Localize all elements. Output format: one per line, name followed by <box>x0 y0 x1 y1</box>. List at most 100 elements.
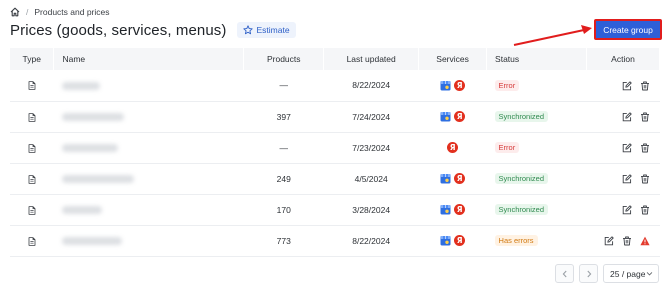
row-services-cell: Я <box>419 225 487 256</box>
redacted-name <box>61 237 122 246</box>
google-business-icon <box>440 205 451 215</box>
table-row[interactable]: — 8/22/2024 Я Error <box>10 70 660 101</box>
star-icon <box>242 25 253 35</box>
yandex-icon: Я <box>447 142 459 154</box>
page-title: Prices (goods, services, menus) <box>10 21 227 39</box>
estimate-button[interactable]: Estimate <box>236 22 296 38</box>
row-type-cell <box>10 163 54 194</box>
row-name-cell[interactable] <box>54 163 244 194</box>
row-status-cell: Error <box>487 132 587 163</box>
row-status-cell: Has errors <box>487 225 587 256</box>
row-updated-cell: 8/22/2024 <box>352 80 391 91</box>
row-status-cell: Synchronized <box>487 194 587 225</box>
row-services-cell: Я <box>419 101 487 132</box>
edit-icon[interactable] <box>622 80 632 91</box>
edit-icon[interactable] <box>604 236 614 246</box>
edit-icon[interactable] <box>622 143 632 153</box>
row-name-cell[interactable] <box>54 70 244 101</box>
yandex-icon: Я <box>454 204 466 216</box>
google-business-icon <box>440 112 451 122</box>
row-type-cell <box>10 132 54 163</box>
next-page-button[interactable] <box>579 264 598 283</box>
column-header-products[interactable]: Products <box>243 48 325 70</box>
row-updated-cell: 7/24/2024 <box>352 111 391 122</box>
document-icon <box>28 81 36 91</box>
row-products-cell: 397 <box>276 111 291 122</box>
delete-icon[interactable] <box>640 205 650 215</box>
column-header-services: Services <box>418 48 488 70</box>
row-name-cell[interactable] <box>54 101 244 132</box>
page-size-select[interactable]: 25 / page <box>603 264 659 283</box>
row-name-cell[interactable] <box>54 225 244 256</box>
row-type-cell <box>10 194 54 225</box>
row-products-cell: — <box>279 142 288 153</box>
page-size-value: 25 / page <box>610 268 646 279</box>
row-products-cell: 249 <box>276 173 291 184</box>
delete-icon[interactable] <box>640 143 650 153</box>
status-badge: Synchronized <box>494 111 548 122</box>
row-services-cell: Я <box>419 70 487 101</box>
yandex-icon: Я <box>454 173 466 185</box>
row-type-cell <box>10 225 54 256</box>
row-products-cell: 773 <box>276 235 291 246</box>
column-header-type[interactable]: Type <box>10 48 55 70</box>
status-badge: Synchronized <box>494 173 548 184</box>
delete-icon[interactable] <box>640 112 650 122</box>
table-row[interactable]: 397 7/24/2024 Я Synchronized <box>10 101 660 132</box>
redacted-name <box>61 175 134 184</box>
create-group-button[interactable]: Create group <box>594 19 662 40</box>
redacted-name <box>61 82 100 90</box>
row-name-cell[interactable] <box>54 132 244 163</box>
row-updated-cell: 8/22/2024 <box>352 235 391 246</box>
document-icon <box>28 205 36 215</box>
delete-icon[interactable] <box>640 81 650 91</box>
row-products-cell: 170 <box>276 204 291 215</box>
redacted-name <box>61 113 124 122</box>
column-header-last-updated[interactable]: Last updated <box>323 48 420 70</box>
breadcrumb-current: Products and prices <box>34 7 110 17</box>
table-header-row: Type Name Products Last updated Services… <box>10 48 661 70</box>
google-business-icon <box>440 236 451 246</box>
yandex-icon: Я <box>454 111 466 123</box>
home-icon[interactable] <box>10 7 20 17</box>
redacted-name <box>61 144 118 153</box>
edit-icon[interactable] <box>622 112 632 122</box>
column-header-name[interactable]: Name <box>53 48 245 70</box>
table-row[interactable]: 249 4/5/2024 Я Synchronized <box>10 163 660 194</box>
chevron-down-icon <box>646 272 653 276</box>
document-icon <box>28 236 36 246</box>
breadcrumb-separator: / <box>26 7 29 17</box>
status-badge: Has errors <box>494 235 538 246</box>
table-row[interactable]: — 7/23/2024 Я Error <box>10 132 660 163</box>
row-updated-cell: 3/28/2024 <box>352 204 391 215</box>
row-actions-cell <box>586 132 659 163</box>
row-actions-cell <box>586 163 659 194</box>
column-header-status[interactable]: Status <box>486 48 587 70</box>
table-row[interactable]: 773 8/22/2024 Я Has errors <box>10 225 660 256</box>
breadcrumb: / Products and prices <box>10 6 110 18</box>
warning-icon <box>639 236 650 246</box>
google-business-icon <box>440 80 451 91</box>
table-row[interactable]: 170 3/28/2024 Я Synchronized <box>10 194 660 225</box>
row-name-cell[interactable] <box>54 194 244 225</box>
row-services-cell: Я <box>419 132 487 163</box>
google-business-icon <box>440 174 451 184</box>
yandex-icon: Я <box>454 79 466 91</box>
price-groups-table: Type Name Products Last updated Services… <box>10 48 661 257</box>
row-updated-cell: 7/23/2024 <box>352 142 391 153</box>
edit-icon[interactable] <box>622 174 632 184</box>
status-badge: Error <box>494 142 520 153</box>
status-badge: Error <box>494 79 520 91</box>
row-products-cell: — <box>279 80 288 91</box>
delete-icon[interactable] <box>622 236 632 246</box>
row-status-cell: Synchronized <box>487 101 587 132</box>
edit-icon[interactable] <box>622 205 632 215</box>
document-icon <box>28 174 36 184</box>
estimate-label: Estimate <box>256 25 290 35</box>
delete-icon[interactable] <box>640 174 650 184</box>
row-actions-cell <box>586 225 659 256</box>
status-badge: Synchronized <box>494 204 548 215</box>
prev-page-button[interactable] <box>555 264 574 283</box>
row-services-cell: Я <box>419 163 487 194</box>
row-type-cell <box>10 70 54 101</box>
